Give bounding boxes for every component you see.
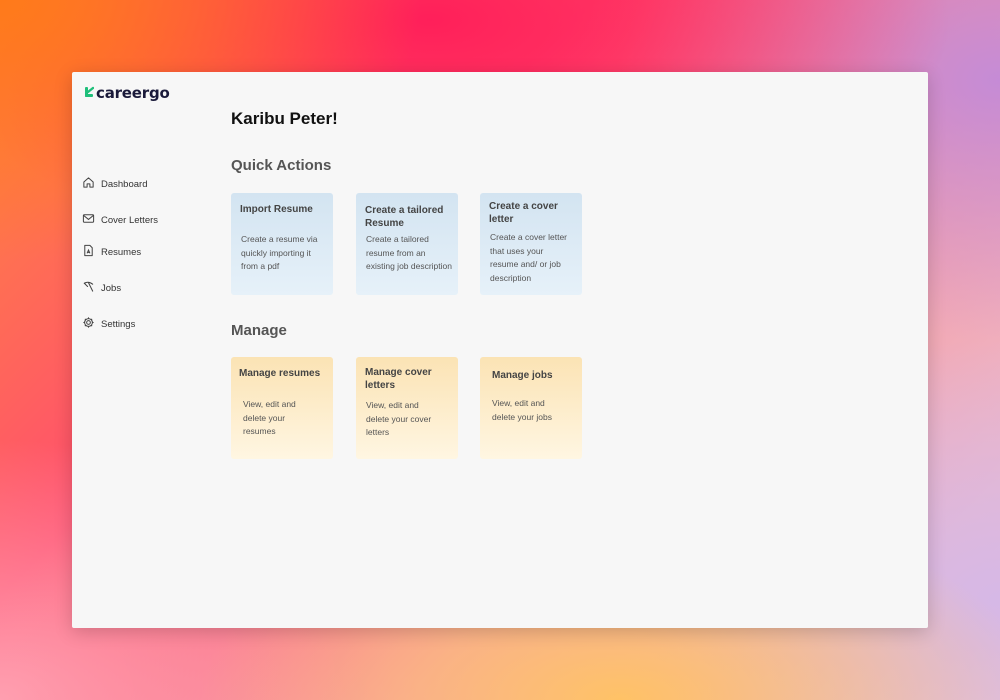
app-logo[interactable]: careergo	[84, 84, 170, 102]
sidebar-item-settings[interactable]: Settings	[82, 314, 135, 334]
card-title: Create a cover letter	[489, 201, 558, 225]
card-title: Create a tailored Resume	[365, 205, 444, 229]
card-description: View, edit and delete your jobs	[492, 398, 553, 422]
careergo-logo-icon	[84, 85, 94, 101]
app-window: careergo Dashboard Cover Letters Resumes…	[72, 72, 928, 628]
manage-resumes-card[interactable]: Manage resumes View, edit and delete you…	[231, 357, 333, 459]
gear-icon	[82, 316, 95, 332]
create-cover-letter-card[interactable]: Create a cover letter Create a cover let…	[480, 193, 582, 295]
sidebar-item-cover-letters[interactable]: Cover Letters	[82, 210, 158, 230]
app-name: careergo	[96, 84, 170, 102]
import-resume-card[interactable]: Import Resume Create a resume via quickl…	[231, 193, 333, 295]
home-icon	[82, 176, 95, 192]
document-icon	[82, 244, 95, 260]
card-title: Manage jobs	[492, 370, 553, 381]
sidebar-item-label: Resumes	[101, 246, 142, 258]
card-description: View, edit and delete your resumes	[243, 399, 296, 436]
create-tailored-resume-card[interactable]: Create a tailored Resume Create a tailor…	[356, 193, 458, 295]
pickaxe-icon	[82, 280, 95, 296]
manage-heading: Manage	[231, 322, 287, 339]
card-title: Manage cover letters	[365, 367, 432, 391]
card-description: Create a cover letter that uses your res…	[490, 232, 568, 283]
quick-actions-heading: Quick Actions	[231, 157, 332, 174]
card-title: Manage resumes	[239, 368, 321, 379]
mail-icon	[82, 212, 95, 228]
card-description: View, edit and delete your cover letters	[366, 400, 432, 437]
sidebar-item-label: Settings	[101, 318, 136, 330]
page-title: Karibu Peter!	[231, 109, 338, 128]
sidebar-item-jobs[interactable]: Jobs	[82, 278, 121, 298]
sidebar-item-resumes[interactable]: Resumes	[82, 242, 141, 262]
card-description: Create a resume via quickly importing it…	[241, 234, 318, 271]
card-title: Import Resume	[240, 204, 313, 215]
manage-cover-letters-card[interactable]: Manage cover letters View, edit and dele…	[356, 357, 458, 459]
sidebar-item-label: Jobs	[101, 282, 122, 294]
sidebar-item-label: Cover Letters	[101, 214, 159, 226]
sidebar-item-label: Dashboard	[101, 178, 148, 190]
card-description: Create a tailored resume from an existin…	[366, 234, 452, 271]
sidebar-item-dashboard[interactable]: Dashboard	[82, 174, 147, 194]
manage-jobs-card[interactable]: Manage jobs View, edit and delete your j…	[480, 357, 582, 459]
